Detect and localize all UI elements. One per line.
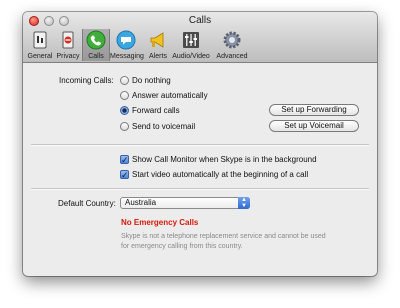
calls-icon (86, 30, 106, 50)
radio-button[interactable] (120, 91, 129, 100)
radio-button[interactable] (120, 122, 129, 131)
incoming-calls-label: Incoming Calls: (59, 76, 114, 85)
selected-country: Australia (125, 198, 157, 207)
no-emergency-calls-warning: No Emergency Calls (121, 218, 199, 227)
set-up-forwarding-button[interactable]: Set up Forwarding (269, 104, 359, 116)
radio-label: Do nothing (132, 76, 171, 85)
toolbar-item-privacy[interactable]: Privacy (55, 29, 81, 61)
window-title: Calls (188, 15, 212, 26)
toolbar-item-label: Advanced (216, 53, 248, 60)
toolbar-item-label: Calls (88, 53, 104, 60)
calls-panel: Incoming Calls: Do nothing Answer automa… (23, 63, 377, 276)
toolbar-item-audio-video[interactable]: Audio/Video (172, 29, 210, 61)
messaging-icon (116, 30, 136, 50)
audio-video-icon (183, 32, 199, 48)
checkbox-label: Start video automatically at the beginni… (132, 170, 309, 179)
toolbar-item-advanced[interactable]: Advanced (216, 29, 248, 61)
toolbar-item-label: General (27, 53, 53, 60)
checkbox-checked[interactable]: ✓ (120, 155, 129, 165)
select-arrows-icon: ▲ ▼ (238, 197, 250, 209)
toolbar-item-calls[interactable]: Calls (82, 29, 110, 61)
radio-label: Answer automatically (132, 91, 208, 100)
radio-label: Send to voicemail (132, 122, 196, 131)
emergency-note-line-2: for emergency calling from this country. (121, 243, 243, 250)
checkbox-label: Show Call Monitor when Skype is in the b… (132, 155, 317, 164)
radio-button[interactable] (120, 76, 129, 85)
preferences-window: Calls General Privacy Calls Messaging Al… (23, 12, 377, 276)
separator (31, 188, 369, 190)
toolbar-item-general[interactable]: General (27, 29, 53, 61)
toolbar-item-label: Messaging (110, 53, 144, 60)
radio-label: Forward calls (132, 106, 180, 115)
emergency-note-line-1: Skype is not a telephone replacement ser… (121, 233, 326, 240)
alerts-icon (150, 32, 164, 48)
toolbar-item-alerts[interactable]: Alerts (145, 29, 171, 61)
general-icon (33, 31, 47, 49)
separator (31, 144, 369, 146)
default-country-label: Default Country: (58, 199, 116, 208)
default-country-select[interactable]: Australia ▲ ▼ (120, 197, 250, 209)
toolbar: Calls General Privacy Calls Messaging Al… (23, 12, 377, 63)
checkbox-checked[interactable]: ✓ (120, 170, 129, 180)
advanced-icon (223, 31, 241, 49)
privacy-icon (62, 31, 74, 49)
toolbar-item-label: Alerts (149, 53, 167, 60)
set-up-voicemail-button[interactable]: Set up Voicemail (269, 120, 359, 132)
radio-button-selected[interactable] (120, 106, 129, 115)
toolbar-item-label: Privacy (56, 53, 80, 60)
toolbar-item-label: Audio/Video (172, 53, 210, 60)
toolbar-item-messaging[interactable]: Messaging (110, 29, 144, 61)
